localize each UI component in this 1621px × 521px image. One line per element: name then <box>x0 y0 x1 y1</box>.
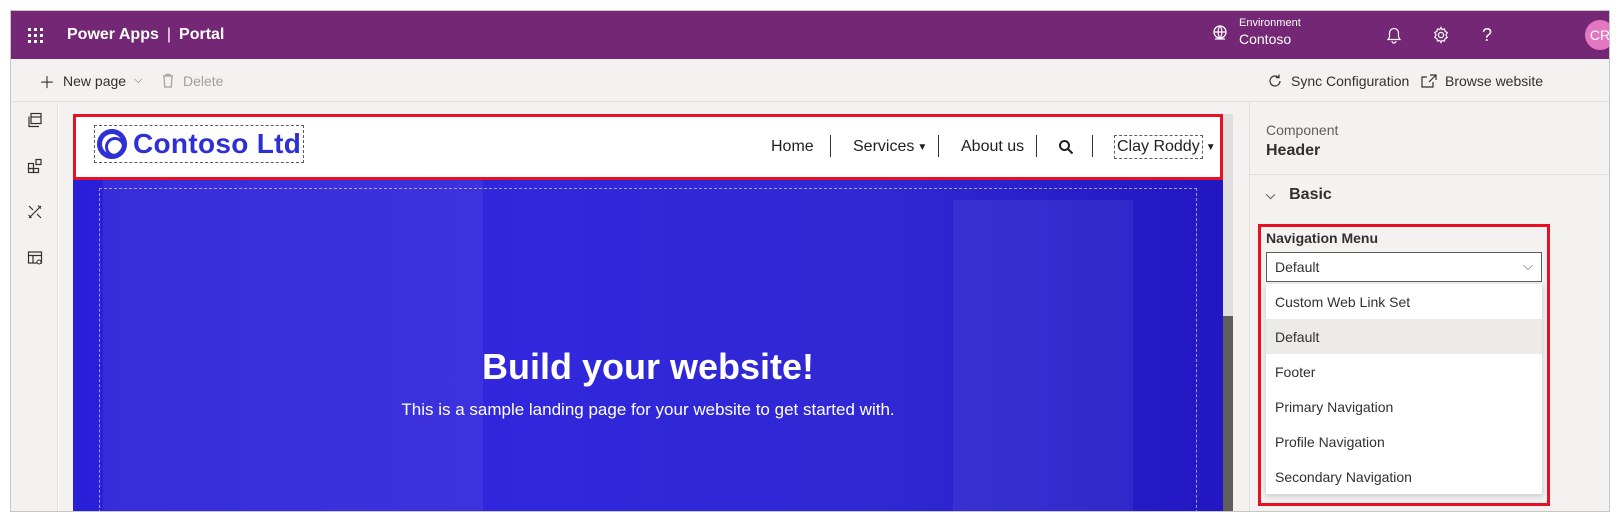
command-bar: ＋ New page ⌵ Delete Sync Configuration B… <box>11 59 1609 102</box>
app-window: Power Apps | Portal Environment Contoso ? … <box>10 10 1610 512</box>
environment-label: Environment <box>1239 17 1301 29</box>
nav-divider <box>1092 135 1093 157</box>
page-canvas: Build your website! This is a sample lan… <box>59 102 1249 511</box>
nav-user-label: Clay Roddy <box>1114 135 1203 159</box>
pages-icon[interactable] <box>23 108 47 132</box>
nav-about-us[interactable]: About us <box>961 134 1024 160</box>
chevron-down-icon: ⌵ <box>1523 258 1533 273</box>
environment-value: Contoso <box>1239 31 1292 47</box>
left-rail <box>11 102 58 511</box>
browse-website-button[interactable]: Browse website <box>1421 59 1543 102</box>
themes-icon[interactable] <box>23 200 47 224</box>
logo-text: Contoso Ltd <box>133 128 302 159</box>
nav-home[interactable]: Home <box>771 134 814 160</box>
chevron-down-icon: ⌵ <box>1266 187 1276 202</box>
help-icon[interactable]: ? <box>1475 23 1499 47</box>
avatar[interactable]: CR <box>1585 20 1609 50</box>
caret-down-icon: ▼ <box>1205 141 1216 153</box>
top-bar: Power Apps | Portal Environment Contoso ? … <box>11 11 1609 59</box>
app-section: Portal <box>179 26 225 43</box>
navigation-menu-label: Navigation Menu <box>1266 230 1379 246</box>
sync-icon <box>1269 74 1281 87</box>
nav-user[interactable]: Clay Roddy ▼ <box>1114 134 1216 160</box>
browse-label: Browse website <box>1445 72 1544 89</box>
option-primary-navigation[interactable]: Primary Navigation <box>1266 389 1542 424</box>
navigation-menu-dropdown[interactable]: Default ⌵ <box>1266 252 1542 282</box>
divider <box>1250 174 1609 175</box>
nav-divider <box>1036 135 1037 157</box>
component-label: Component <box>1266 122 1339 138</box>
component-value: Header <box>1266 142 1321 159</box>
option-profile-navigation[interactable]: Profile Navigation <box>1266 424 1542 459</box>
nav-services[interactable]: Services ▼ <box>853 134 927 160</box>
navigation-menu-value: Default <box>1275 259 1320 275</box>
site-logo[interactable]: Contoso Ltd <box>94 125 305 163</box>
components-icon[interactable] <box>23 154 47 178</box>
templates-icon[interactable] <box>23 246 47 270</box>
nav-divider <box>830 135 831 157</box>
title-separator: | <box>166 26 172 43</box>
bell-icon[interactable] <box>1382 23 1406 47</box>
delete-label: Delete <box>183 72 224 89</box>
gear-icon[interactable] <box>1429 23 1453 47</box>
logo-icon <box>97 129 127 159</box>
plus-icon: ＋ <box>39 74 56 92</box>
option-secondary-navigation[interactable]: Secondary Navigation <box>1266 459 1542 494</box>
sync-label: Sync Configuration <box>1291 72 1410 89</box>
waffle-icon[interactable] <box>11 11 59 59</box>
canvas-scrollbar-thumb[interactable] <box>1223 316 1233 511</box>
option-default[interactable]: Default <box>1266 319 1542 354</box>
hero-subtitle: This is a sample landing page for your w… <box>401 400 895 419</box>
environment-icon <box>1213 24 1227 40</box>
option-custom-web-link-set[interactable]: Custom Web Link Set <box>1266 284 1542 319</box>
basic-section-label: Basic <box>1289 186 1332 203</box>
new-page-label: New page <box>63 72 127 89</box>
search-icon[interactable] <box>1058 134 1074 160</box>
option-footer[interactable]: Footer <box>1266 354 1542 389</box>
open-external-icon <box>1421 73 1437 88</box>
environment-picker[interactable]: Environment Contoso <box>1211 17 1301 48</box>
trash-icon <box>163 73 173 88</box>
new-page-button[interactable]: ＋ New page ⌵ <box>39 59 142 102</box>
delete-button[interactable]: Delete <box>161 59 223 102</box>
hero-section[interactable]: Build your website! This is a sample lan… <box>73 180 1223 511</box>
sync-configuration-button[interactable]: Sync Configuration <box>1267 59 1409 102</box>
website-preview: Build your website! This is a sample lan… <box>73 114 1223 511</box>
app-title: Power Apps | Portal <box>67 26 224 44</box>
properties-panel: Component Header ⌵ Basic Navigation Menu… <box>1249 102 1609 511</box>
chevron-down-icon: ⌵ <box>134 74 143 86</box>
site-header[interactable]: Contoso Ltd Home Services ▼ About us Clay… <box>73 114 1223 180</box>
app-name: Power Apps <box>67 26 159 43</box>
basic-section-toggle[interactable]: ⌵ Basic <box>1266 186 1332 204</box>
nav-services-label: Services <box>853 138 915 155</box>
hero-title: Build your website! <box>481 346 815 387</box>
nav-divider <box>938 135 939 157</box>
navigation-menu-options: Custom Web Link Set Default Footer Prima… <box>1266 284 1542 494</box>
caret-down-icon: ▼ <box>917 141 928 153</box>
